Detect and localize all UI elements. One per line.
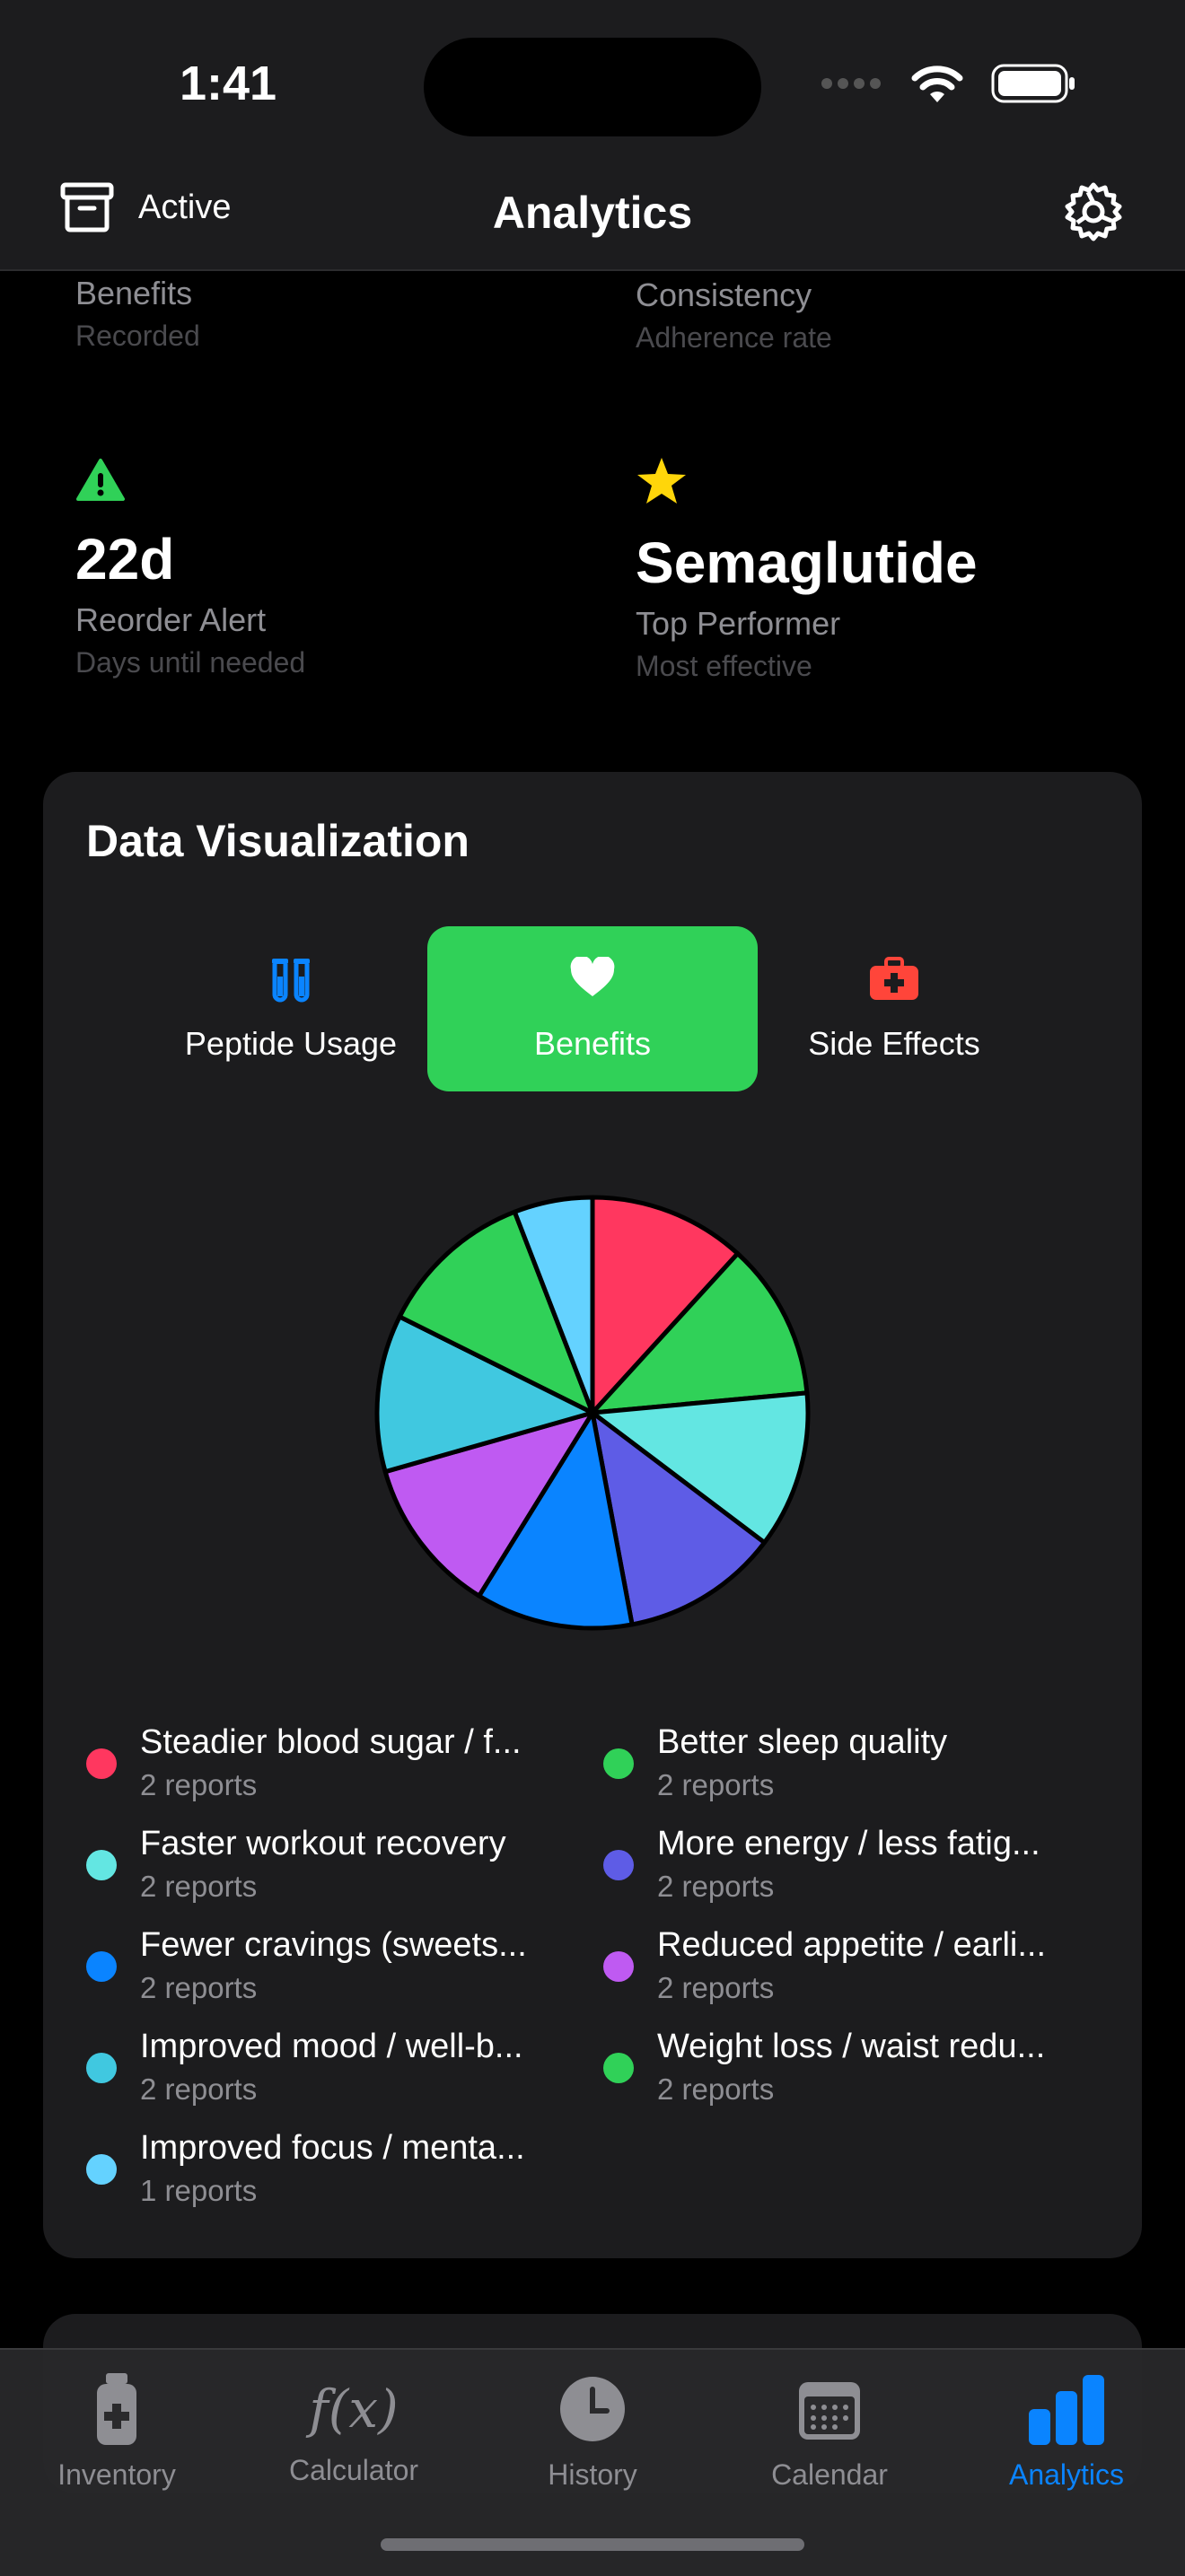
legend-count: 2 reports — [657, 2072, 775, 2106]
tab-peptide-usage[interactable]: Peptide Usage — [126, 926, 456, 1091]
tab-analytics[interactable]: Analytics — [968, 2371, 1165, 2492]
legend-label: Improved focus / menta... — [140, 2129, 525, 2167]
legend-color-dot — [86, 2053, 117, 2083]
legend-color-dot — [603, 1748, 634, 1779]
legend-label: Faster workout recovery — [140, 1825, 506, 1862]
legend-color-dot — [86, 1951, 117, 1982]
star-icon — [637, 458, 686, 504]
legend-count: 2 reports — [140, 2072, 258, 2106]
gear-icon — [1065, 182, 1122, 241]
legend-label: Reduced appetite / earli... — [657, 1926, 1047, 1964]
bar-chart-icon — [1029, 2375, 1104, 2445]
vial-icon — [97, 2373, 136, 2445]
wifi-icon — [911, 66, 963, 102]
legend-item: Reduced appetite / earli... 2 reports — [603, 1926, 1106, 2016]
stat-top-performer-label: Top Performer — [636, 605, 841, 642]
legend-color-dot — [603, 1850, 634, 1880]
stat-reorder-value: 22d — [75, 527, 175, 591]
stat-benefits-sub: Recorded — [75, 320, 200, 352]
stat-top-performer-value: Semaglutide — [636, 530, 978, 595]
legend-color-dot — [86, 1748, 117, 1779]
legend-item: Steadier blood sugar / f... 2 reports — [86, 1723, 589, 1813]
medical-kit-icon — [870, 957, 918, 1000]
tab-analytics-label: Analytics — [1008, 2458, 1125, 2491]
legend-label: Weight loss / waist redu... — [657, 2028, 1046, 2065]
legend-count: 2 reports — [140, 1768, 258, 1801]
legend-count: 1 reports — [140, 2174, 258, 2207]
status-bar: 1:41 — [0, 0, 1185, 162]
battery-icon — [991, 64, 1075, 103]
card-title: Data Visualization — [86, 816, 470, 866]
test-tubes-icon — [272, 959, 310, 1003]
legend-label: Improved mood / well-b... — [140, 2028, 523, 2065]
legend-item: Improved mood / well-b... 2 reports — [86, 2028, 589, 2117]
dynamic-island — [424, 38, 761, 136]
tab-benefits[interactable]: Benefits — [427, 926, 758, 1091]
stat-consistency-sub: Adherence rate — [636, 321, 832, 354]
legend-label: Fewer cravings (sweets... — [140, 1926, 527, 1964]
tab-inventory[interactable]: Inventory — [18, 2371, 215, 2492]
data-visualization-card: Data Visualization Peptide Usage Benefit… — [43, 772, 1142, 2258]
warning-icon — [76, 459, 125, 501]
legend-item: Improved focus / menta... 1 reports — [86, 2129, 589, 2219]
legend-item: Fewer cravings (sweets... 2 reports — [86, 1926, 589, 2016]
legend-item: Weight loss / waist redu... 2 reports — [603, 2028, 1106, 2117]
benefits-pie-chart — [374, 1195, 811, 1631]
stat-top-performer-sub: Most effective — [636, 650, 812, 682]
status-icons — [821, 63, 1077, 104]
settings-button[interactable] — [1061, 180, 1126, 249]
legend-count: 2 reports — [657, 1870, 775, 1903]
clock-icon — [560, 2377, 625, 2441]
legend-color-dot — [603, 2053, 634, 2083]
legend-label: Steadier blood sugar / f... — [140, 1723, 522, 1761]
tab-calculator[interactable]: f(x) Calculator — [255, 2371, 452, 2487]
tab-side-effects[interactable]: Side Effects — [729, 926, 1059, 1091]
tab-side-effects-label: Side Effects — [808, 1025, 980, 1062]
tab-history-label: History — [548, 2458, 637, 2491]
legend-color-dot — [603, 1951, 634, 1982]
stat-consistency-label: Consistency — [636, 276, 812, 313]
tab-calculator-label: Calculator — [288, 2454, 419, 2486]
stat-benefits-label: Benefits — [75, 275, 193, 311]
legend-count: 2 reports — [657, 1971, 775, 2004]
stat-reorder-sub: Days until needed — [75, 646, 306, 679]
tab-benefits-label: Benefits — [533, 1025, 652, 1062]
nav-bar: Active Analytics — [0, 162, 1185, 271]
stat-reorder-label: Reorder Alert — [75, 601, 267, 638]
legend-label: Better sleep quality — [657, 1723, 948, 1761]
legend-color-dot — [86, 1850, 117, 1880]
page-title: Analytics — [492, 188, 693, 238]
legend-color-dot — [86, 2154, 117, 2185]
tab-history[interactable]: History — [494, 2371, 691, 2492]
legend-label: More energy / less fatig... — [657, 1825, 1040, 1862]
home-indicator — [381, 2538, 804, 2551]
calendar-icon — [799, 2382, 860, 2440]
status-time: 1:41 — [180, 57, 277, 110]
tab-calendar-label: Calendar — [771, 2458, 888, 2491]
legend-item: Faster workout recovery 2 reports — [86, 1825, 589, 1914]
tab-peptide-usage-label: Peptide Usage — [184, 1025, 398, 1062]
legend-count: 2 reports — [140, 1870, 258, 1903]
heart-icon — [570, 957, 615, 996]
legend-count: 2 reports — [140, 1971, 258, 2004]
legend-count: 2 reports — [657, 1768, 775, 1801]
function-icon: f(x) — [309, 2379, 399, 2440]
legend-item: Better sleep quality 2 reports — [603, 1723, 1106, 1813]
tab-calendar[interactable]: Calendar — [731, 2371, 928, 2492]
legend-item: More energy / less fatig... 2 reports — [603, 1825, 1106, 1914]
signal-dots-icon — [821, 78, 881, 89]
tab-inventory-label: Inventory — [57, 2458, 176, 2491]
